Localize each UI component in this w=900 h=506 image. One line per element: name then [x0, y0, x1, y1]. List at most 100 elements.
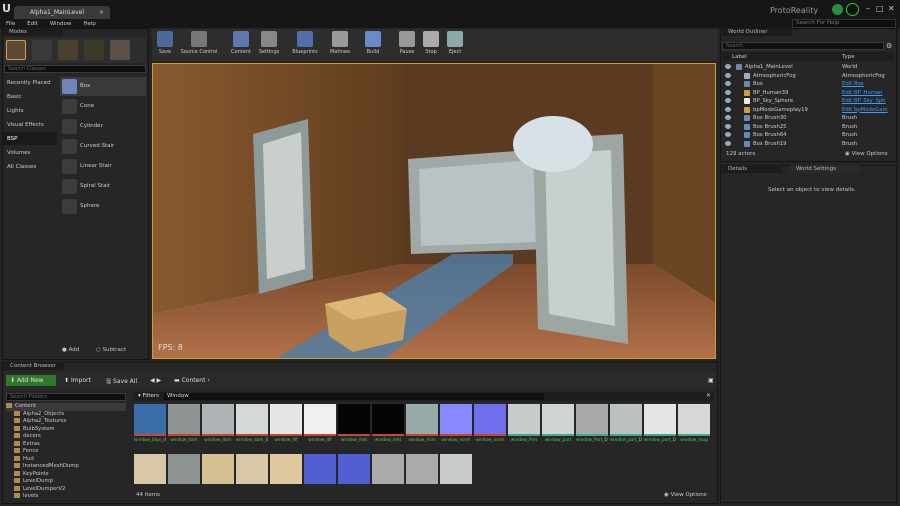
asset-thumbnail[interactable]: [406, 454, 438, 484]
actor-type[interactable]: Edit BP_Sky_Sph: [842, 98, 892, 104]
cb-view-options[interactable]: ◉ View Options: [664, 492, 707, 498]
add-new-button[interactable]: ⬇ Add New: [6, 375, 56, 386]
menu-file[interactable]: File: [6, 21, 15, 27]
close-window-icon[interactable]: ✕: [888, 4, 895, 13]
outliner-row[interactable]: Box Brush25 Brush: [723, 123, 895, 132]
visibility-eye-icon[interactable]: [725, 123, 731, 129]
asset-thumbnail[interactable]: [134, 454, 166, 484]
category-volumes[interactable]: Volumes: [3, 146, 57, 159]
visibility-eye-icon[interactable]: [725, 115, 731, 120]
folder-item[interactable]: Hud: [14, 456, 134, 464]
outliner-row[interactable]: Box Brush64 Brush: [723, 131, 895, 140]
visibility-eye-icon[interactable]: [725, 64, 731, 69]
details-tab[interactable]: Details: [722, 165, 782, 173]
path-breadcrumb[interactable]: ▬ Content ›: [170, 375, 214, 386]
outliner-view-options[interactable]: ◉ View Options: [845, 151, 888, 157]
asset-tile[interactable]: window_part: [542, 404, 574, 449]
place-mode-icon[interactable]: [6, 40, 26, 60]
asset-tile[interactable]: window_Part: [508, 404, 540, 449]
menu-window[interactable]: Window: [50, 21, 72, 27]
visibility-eye-icon[interactable]: [725, 132, 731, 137]
source-control-status-icon[interactable]: [832, 4, 843, 15]
bsp-item-curved-stair[interactable]: Curved Stair: [60, 137, 146, 156]
asset-tile[interactable]: window_dif: [304, 404, 336, 449]
help-search-input[interactable]: Search For Help: [792, 19, 896, 28]
asset-tile[interactable]: window_blue_dif: [134, 404, 166, 449]
asset-thumbnail[interactable]: [440, 454, 472, 484]
folder-item[interactable]: Alpha2_Textures: [14, 418, 134, 426]
paint-mode-icon[interactable]: [32, 40, 52, 60]
actor-type[interactable]: Edit BP_Human: [842, 90, 892, 96]
folder-item[interactable]: LevelDumperV2: [14, 486, 134, 494]
folder-item[interactable]: levels: [14, 493, 134, 501]
folder-item[interactable]: LevelDump: [14, 478, 134, 486]
folder-item[interactable]: Alpha2_Objects: [14, 411, 134, 419]
outliner-row[interactable]: BP_Sky_Sphere Edit BP_Sky_Sph: [723, 97, 895, 106]
save-button[interactable]: Save: [154, 31, 176, 59]
asset-thumbnail[interactable]: [168, 454, 200, 484]
asset-tile[interactable]: window_mini: [406, 404, 438, 449]
visibility-eye-icon[interactable]: [725, 106, 731, 112]
outliner-row[interactable]: Box Brush30 Brush: [723, 114, 895, 123]
world-outliner-tab[interactable]: World Outliner: [722, 28, 792, 36]
notification-icon[interactable]: [846, 3, 859, 16]
settings-button[interactable]: Settings: [256, 31, 282, 59]
category-all-classes[interactable]: All Classes: [3, 160, 57, 173]
close-tab-icon[interactable]: ✕: [99, 9, 104, 16]
world-settings-tab[interactable]: World Settings: [790, 165, 860, 173]
asset-tile[interactable]: window_Part_DM: [576, 404, 608, 449]
actor-type[interactable]: Edit bpModeGam: [842, 107, 892, 113]
asset-thumbnail[interactable]: [304, 454, 336, 484]
outliner-row[interactable]: Box Brush19 Brush: [723, 140, 895, 149]
import-button[interactable]: ⬆ Import: [60, 375, 95, 386]
asset-tile[interactable]: window_part_DM: [610, 404, 642, 449]
outliner-row[interactable]: BP_Human39 Edit BP_Human: [723, 89, 895, 98]
maximize-icon[interactable]: □: [876, 4, 884, 13]
source-control-button[interactable]: Source Control: [178, 31, 220, 59]
asset-tile[interactable]: window_dark: [202, 404, 234, 449]
add-radio[interactable]: ● Add: [62, 347, 79, 353]
foliage-mode-icon[interactable]: [84, 40, 104, 60]
outliner-row[interactable]: AtmosphericFog AtmosphericFog: [723, 72, 895, 81]
eject-button[interactable]: Eject: [444, 31, 466, 59]
bsp-item-cone[interactable]: Cone: [60, 97, 146, 116]
bsp-item-sphere[interactable]: Sphere: [60, 197, 146, 216]
pause-button[interactable]: Pause: [396, 31, 418, 59]
asset-search-input[interactable]: Window: [164, 393, 544, 400]
folder-item[interactable]: BulbSystem: [14, 426, 134, 434]
history-back-button[interactable]: ◀ ▶: [146, 375, 165, 386]
subtract-radio[interactable]: ○ Subtract: [96, 347, 126, 353]
asset-tile[interactable]: window_dif: [270, 404, 302, 449]
content-browser-tab[interactable]: Content Browser: [4, 362, 64, 370]
asset-thumbnail[interactable]: [236, 454, 268, 484]
folder-item[interactable]: decors: [14, 433, 134, 441]
folder-item[interactable]: Extras: [14, 441, 134, 449]
category-basic[interactable]: Basic: [3, 90, 57, 103]
asset-thumbnail[interactable]: [202, 454, 234, 484]
folder-item[interactable]: Fence: [14, 448, 134, 456]
build-button[interactable]: Build: [360, 31, 386, 59]
visibility-eye-icon[interactable]: [725, 89, 731, 95]
bsp-item-spiral-stair[interactable]: Spiral Stair: [60, 177, 146, 196]
asset-tile[interactable]: window_dark: [168, 404, 200, 449]
asset-tile[interactable]: window_norm: [440, 404, 472, 449]
col-label[interactable]: Label: [732, 54, 747, 60]
lock-icon[interactable]: ▣: [704, 375, 718, 386]
filters-button[interactable]: ▾ Filters: [138, 393, 159, 399]
asset-tile[interactable]: window_met: [338, 404, 370, 449]
folder-item[interactable]: Content: [6, 403, 126, 411]
visibility-eye-icon[interactable]: [725, 81, 731, 86]
category-visual-effects[interactable]: Visual Effects: [3, 118, 57, 131]
folder-item[interactable]: InstancedMeshDump: [14, 463, 134, 471]
modes-tab[interactable]: Modes: [3, 28, 63, 36]
actor-type[interactable]: Edit Box: [842, 81, 892, 87]
outliner-row[interactable]: Box Edit Box: [723, 80, 895, 89]
category-lights[interactable]: Lights: [3, 104, 57, 117]
asset-tile[interactable]: window_norm: [474, 404, 506, 449]
visibility-eye-icon[interactable]: [725, 140, 731, 146]
search-folders-input[interactable]: Search Folders: [6, 393, 126, 401]
outliner-settings-icon[interactable]: ⚙: [886, 42, 892, 50]
stop-button[interactable]: Stop: [420, 31, 442, 59]
category-bsp[interactable]: BSP: [3, 132, 57, 145]
outliner-row[interactable]: bpModeGameplay19 Edit bpModeGam: [723, 106, 895, 115]
